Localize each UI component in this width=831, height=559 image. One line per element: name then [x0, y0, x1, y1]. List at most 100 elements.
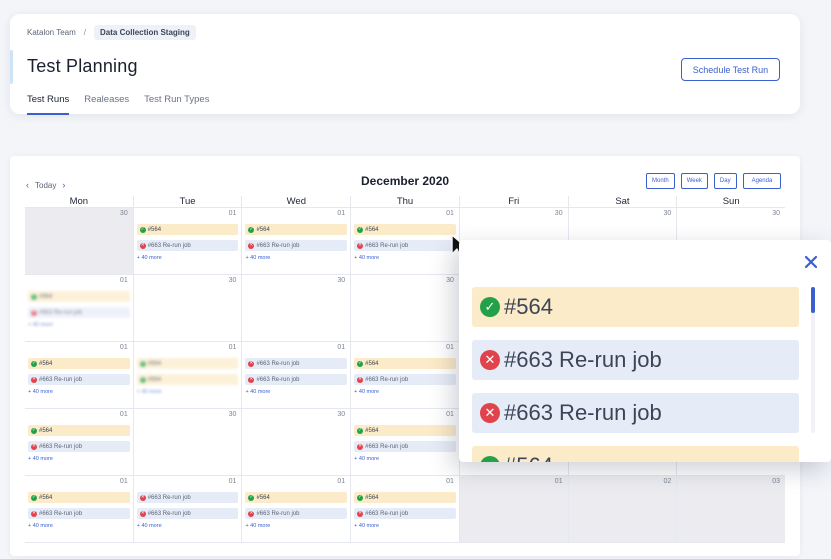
more-events-link[interactable]: + 40 more	[137, 255, 162, 261]
event-label: #663 Re-run job	[365, 376, 409, 383]
event-label: #663 Re-run job	[365, 242, 409, 249]
event-passed[interactable]: ✓ #564	[354, 492, 456, 503]
view-month-button[interactable]: Month	[646, 173, 675, 189]
view-agenda-button[interactable]: Agenda	[742, 173, 782, 189]
event-failed[interactable]: ✕ #663 Re-run job	[136, 508, 239, 519]
event-label: #663 Re-run job	[256, 360, 300, 367]
more-events-link[interactable]: + 40 more	[137, 523, 162, 529]
calendar-day-cell[interactable]: 01 ✓ #564 ✕ #663 Re-run job + 40 more	[25, 476, 133, 542]
calendar-day-cell[interactable]: 30	[25, 208, 133, 274]
event-failed[interactable]: ✕ #663 Re-run job	[354, 240, 456, 251]
event-label: #564	[256, 226, 270, 233]
breadcrumb-team[interactable]: Katalon Team	[27, 28, 76, 37]
calendar-day-cell[interactable]: 01 ✕ #663 Re-run job ✕ #663 Re-run job + 40 m…	[241, 342, 350, 408]
more-events-link[interactable]: + 40 more	[137, 389, 162, 395]
tab-test-runs[interactable]: Test Runs	[27, 94, 70, 115]
more-events-link[interactable]: + 40 more	[354, 456, 379, 462]
event-label: #564	[147, 226, 162, 233]
more-events-link[interactable]: + 40 more	[354, 255, 379, 261]
more-events-link[interactable]: + 40 more	[245, 389, 270, 395]
event-failed[interactable]: ✕ #663 Re-run job	[28, 441, 130, 452]
event-passed[interactable]: ✓ #564	[354, 224, 456, 235]
day-number: 01	[228, 478, 237, 485]
view-week-button[interactable]: Week	[680, 173, 708, 189]
close-icon[interactable]	[803, 254, 819, 270]
event-passed[interactable]: ✓ #564	[136, 224, 239, 235]
day-number: 01	[446, 411, 454, 418]
event-failed[interactable]: ✕ #663 Re-run job	[245, 240, 348, 251]
calendar-day-cell[interactable]: 30	[350, 275, 459, 341]
calendar-day-cell[interactable]: 01 ✓ #564 ✕ #663 Re-run job + 40 more	[25, 409, 133, 475]
tab-releases[interactable]: Realeases	[84, 94, 129, 115]
calendar-day-cell[interactable]: 01 ✓ #564 ✕ #663 Re-run job + 40 more	[241, 208, 350, 274]
popover-scrollbar-thumb[interactable]	[811, 287, 815, 313]
event-failed[interactable]: ✕ #663 Re-run job	[28, 508, 130, 519]
event-failed[interactable]: ✕ #663 Re-run job	[136, 240, 239, 251]
error-icon: ✕	[480, 403, 500, 423]
breadcrumb-project[interactable]: Data Collection Staging	[94, 25, 196, 40]
event-failed[interactable]: ✕ #663 Re-run job	[136, 492, 239, 503]
popover-event-label: #663 Re-run job	[504, 347, 662, 372]
calendar-day-cell[interactable]: 01 ✓ #564 ✕ #663 Re-run job + 40 more	[241, 476, 350, 542]
event-label: #564	[365, 360, 379, 367]
event-failed[interactable]: ✕ #663 Re-run job	[245, 358, 348, 369]
calendar-day-cell[interactable]: 01 ✓ #564 ✕ #663 Re-run job + 40 more	[350, 342, 459, 408]
calendar-day-cell[interactable]: 01 ✓ #564 ✕ #663 Re-run job + 40 more	[350, 476, 459, 542]
event-failed[interactable]: ✕ #663 Re-run job	[245, 374, 348, 385]
view-day-button[interactable]: Day	[713, 173, 737, 189]
schedule-test-run-button[interactable]: Schedule Test Run	[681, 58, 780, 81]
today-button[interactable]: Today	[35, 181, 56, 190]
event-failed[interactable]: ✕ #663 Re-run job	[354, 441, 456, 452]
next-month-icon[interactable]: ›	[62, 180, 65, 190]
calendar-day-cell[interactable]: 02	[567, 476, 677, 542]
calendar-day-cell[interactable]: 01 ✓ #564 ✕ #663 Re-run job + 40 more	[132, 208, 242, 274]
more-events-link[interactable]: + 40 more	[28, 322, 53, 328]
event-passed[interactable]: ✓ #564	[136, 358, 239, 369]
event-passed[interactable]: ✓ #564	[354, 358, 456, 369]
calendar-day-cell[interactable]: 01 ✕ #663 Re-run job ✕ #663 Re-run job + 40 m…	[132, 476, 242, 542]
weekday-thu: Thu	[350, 196, 459, 207]
event-passed[interactable]: ✓ #564	[28, 425, 130, 436]
more-events-link[interactable]: + 40 more	[28, 389, 53, 395]
calendar-day-cell[interactable]: 01 ✓ #564 ✕ #663 Re-run job + 40 more	[350, 409, 459, 475]
popover-event-item[interactable]: ✕ #663 Re-run job	[472, 393, 799, 433]
popover-event-item[interactable]: ✓#564	[472, 287, 799, 327]
calendar-day-cell[interactable]: 30	[241, 275, 350, 341]
calendar-day-cell[interactable]: 03	[676, 476, 786, 542]
more-events-link[interactable]: + 40 more	[354, 523, 379, 529]
calendar-day-cell[interactable]: 01 ✓ #564 ✕ #663 Re-run job + 40 more	[350, 208, 459, 274]
prev-month-icon[interactable]: ‹	[26, 180, 29, 190]
tab-test-run-types[interactable]: Test Run Types	[144, 94, 209, 115]
event-failed[interactable]: ✕ #663 Re-run job	[28, 374, 130, 385]
day-number: 01	[446, 210, 454, 217]
more-events-link[interactable]: + 40 more	[354, 389, 379, 395]
calendar-day-cell[interactable]: 01	[458, 476, 568, 542]
calendar-day-cell[interactable]: 01 ✓ #564 ✕ #663 Re-run job + 40 more	[25, 342, 133, 408]
popover-event-item[interactable]: ✕ #663 Re-run job	[472, 340, 799, 380]
event-label: #564	[39, 427, 53, 434]
event-failed[interactable]: ✕ #663 Re-run job	[245, 508, 348, 519]
more-events-link[interactable]: + 40 more	[245, 255, 270, 261]
event-label: #564	[365, 494, 379, 501]
calendar-day-cell[interactable]: 30	[132, 275, 242, 341]
popover-event-item[interactable]: ✓#564	[472, 446, 799, 462]
event-passed[interactable]: ✓ #564	[245, 492, 348, 503]
more-events-link[interactable]: + 40 more	[245, 523, 270, 529]
calendar-day-cell[interactable]: 30	[132, 409, 242, 475]
event-passed[interactable]: ✓ #564	[354, 425, 456, 436]
event-failed[interactable]: ✕ #663 Re-run job	[28, 307, 130, 318]
more-events-link[interactable]: + 40 more	[28, 523, 53, 529]
event-passed[interactable]: ✓ #564	[28, 291, 130, 302]
weekday-header: Mon Tue Wed Thu Fri Sat Sun	[25, 196, 785, 208]
event-failed[interactable]: ✕ #663 Re-run job	[354, 508, 456, 519]
calendar-day-cell[interactable]: 01 ✓ #564 ✕ #663 Re-run job + 40 more	[25, 275, 133, 341]
day-number: 01	[119, 411, 128, 418]
event-passed[interactable]: ✓ #564	[136, 374, 239, 385]
event-passed[interactable]: ✓ #564	[28, 358, 130, 369]
event-passed[interactable]: ✓ #564	[245, 224, 348, 235]
calendar-day-cell[interactable]: 01 ✓ #564 ✓ #564 + 40 more	[132, 342, 242, 408]
calendar-day-cell[interactable]: 30	[241, 409, 350, 475]
event-failed[interactable]: ✕ #663 Re-run job	[354, 374, 456, 385]
event-passed[interactable]: ✓ #564	[28, 492, 130, 503]
more-events-link[interactable]: + 40 more	[28, 456, 53, 462]
